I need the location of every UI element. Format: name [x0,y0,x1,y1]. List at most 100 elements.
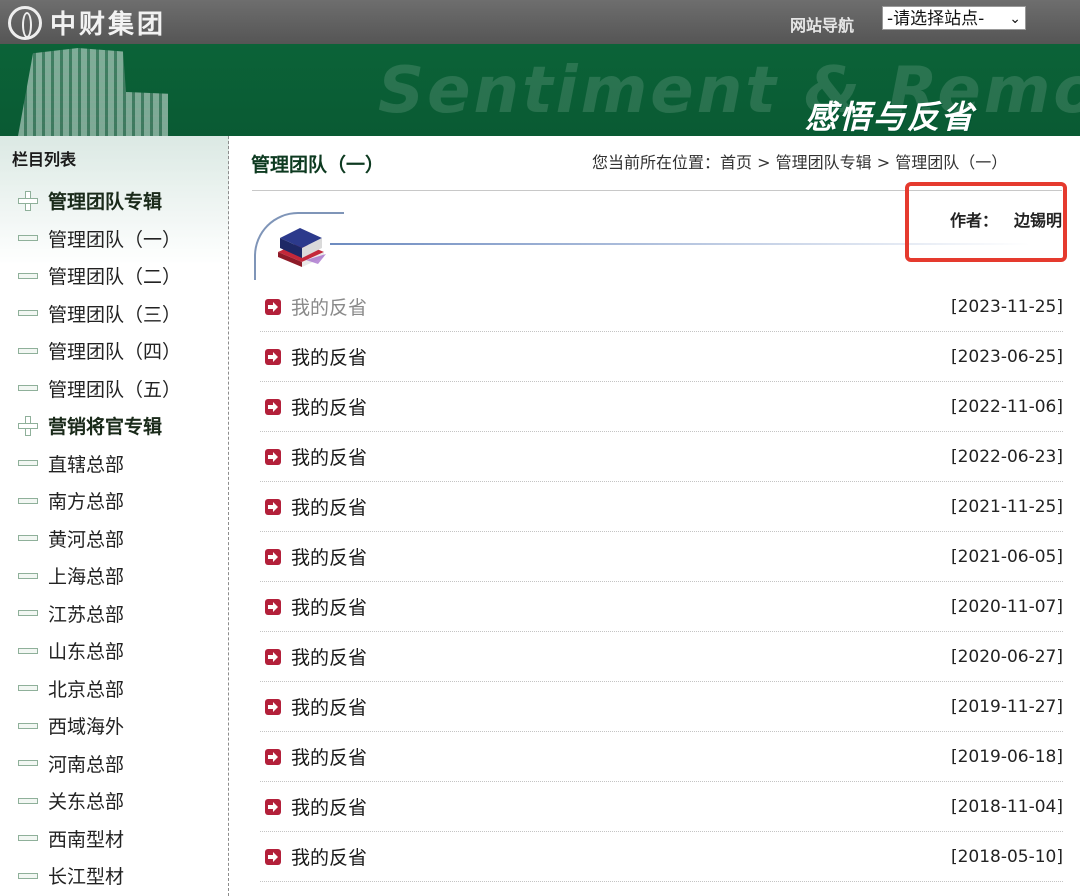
article-title-link[interactable]: 我的反省 [291,743,367,770]
article-title-link[interactable]: 我的反省 [291,793,367,820]
dash-icon [18,572,38,579]
sidebar-item-henan-hq[interactable]: 河南总部 [18,745,181,783]
sidebar-item-label: 管理团队（二） [48,266,182,289]
list-item[interactable]: 我的反省 [2021-06-05] [260,532,1063,582]
article-title-link[interactable]: 我的反省 [291,843,367,870]
article-date: [2020-06-27] [950,646,1063,667]
arrow-right-icon [265,848,281,865]
sidebar-item-yangtze-profile[interactable]: 长江型材 [18,857,181,895]
arrow-right-icon [265,598,281,615]
plus-icon [18,415,38,436]
arrow-right-icon [265,298,281,315]
sidebar-item-yellow-river-hq[interactable]: 黄河总部 [18,520,181,558]
dash-icon [18,272,38,279]
sidebar-item-management-3[interactable]: 管理团队（三） [18,295,181,333]
sidebar-item-guandong-hq[interactable]: 关东总部 [18,782,181,820]
dash-icon [18,497,38,504]
list-item[interactable]: 我的反省 [2023-06-25] [260,332,1063,382]
article-date: [2018-11-04] [950,796,1063,817]
list-item[interactable]: 我的反省 [2022-11-06] [260,382,1063,432]
arrow-right-icon [265,648,281,665]
list-item[interactable]: 我的反省 [2021-11-25] [260,482,1063,532]
article-title-link[interactable]: 我的反省 [291,493,367,520]
sidebar-item-jiangsu-hq[interactable]: 江苏总部 [18,595,181,633]
breadcrumb-separator: > [752,153,776,172]
list-item[interactable]: 我的反省 [2023-11-25] [260,282,1063,332]
sidebar-item-management-5[interactable]: 管理团队（五） [18,370,181,408]
sidebar-group-marketing[interactable]: 营销将官专辑 [18,407,181,445]
dash-icon [18,460,38,467]
article-title-link[interactable]: 我的反省 [291,343,367,370]
list-item[interactable]: 我的反省 [2020-11-07] [260,582,1063,632]
sidebar-item-label: 管理团队专辑 [48,191,163,214]
sidebar-item-southwest-profile[interactable]: 西南型材 [18,820,181,858]
article-date: [2023-11-25] [950,296,1063,317]
list-item[interactable]: 我的反省 [2018-05-10] [260,832,1063,882]
breadcrumb-level1-link[interactable]: 管理团队专辑 [776,153,872,172]
sidebar-item-label: 长江型材 [48,866,125,889]
arrow-right-icon [265,398,281,415]
page-banner: Sentiment & Remorse 感悟与反省 [0,44,1080,136]
sidebar-item-label: 管理团队（四） [48,341,182,364]
page-title: 管理团队（一） [251,154,385,176]
banner-chinese-title: 感悟与反省 [805,98,976,136]
article-title-link[interactable]: 我的反省 [291,643,367,670]
sidebar-item-management-1[interactable]: 管理团队（一） [18,220,181,258]
sidebar-item-label: 河南总部 [48,753,125,776]
list-item[interactable]: 我的反省 [2020-06-27] [260,632,1063,682]
chevron-down-icon: ⌄ [1009,11,1021,27]
sidebar-item-management-4[interactable]: 管理团队（四） [18,332,181,370]
sidebar-item-shandong-hq[interactable]: 山东总部 [18,632,181,670]
arrow-right-icon [265,348,281,365]
article-date: [2022-06-23] [950,446,1063,467]
article-title-link[interactable]: 我的反省 [291,593,367,620]
sidebar-item-beijing-hq[interactable]: 北京总部 [18,670,181,708]
article-date: [2020-11-07] [950,596,1063,617]
dash-icon [18,385,38,392]
sidebar-item-label: 西南型材 [48,828,125,851]
article-title-link[interactable]: 我的反省 [291,543,367,570]
sidebar-group-management[interactable]: 管理团队专辑 [18,182,181,220]
arrow-right-icon [265,798,281,815]
sidebar-item-management-2[interactable]: 管理团队（二） [18,257,181,295]
breadcrumb-prefix: 您当前所在位置： [592,153,721,172]
site-select[interactable]: -请选择站点- ⌄ [882,6,1026,30]
sidebar-item-shanghai-hq[interactable]: 上海总部 [18,557,181,595]
article-date: [2021-11-25] [950,496,1063,517]
dash-icon [18,872,38,879]
dash-icon [18,685,38,692]
author-highlight-box [905,182,1067,262]
sidebar-item-label: 营销将官专辑 [48,416,163,439]
company-logo[interactable]: 中财集团 [8,4,166,41]
sidebar-item-direct-hq[interactable]: 直辖总部 [18,445,181,483]
sidebar: 栏目列表 管理团队专辑 管理团队（一） 管理团队（二） 管理团队（三） 管理团队… [0,136,229,896]
sidebar-item-label: 西域海外 [48,716,125,739]
list-item[interactable]: 我的反省 [2022-06-23] [260,432,1063,482]
dash-icon [18,347,38,354]
sidebar-item-label: 管理团队（五） [48,378,182,401]
plus-icon [18,190,38,211]
dash-icon [18,535,38,542]
article-title-link[interactable]: 我的反省 [291,393,367,420]
article-date: [2019-11-27] [950,696,1063,717]
sidebar-item-south-hq[interactable]: 南方总部 [18,482,181,520]
list-item[interactable]: 我的反省 [2019-06-18] [260,732,1063,782]
arrow-right-icon [265,448,281,465]
logo-mark-icon [8,5,42,40]
article-list: 我的反省 [2023-11-25] 我的反省 [2023-06-25] 我的反省 [2… [260,282,1063,882]
sidebar-item-western-overseas[interactable]: 西域海外 [18,707,181,745]
article-title-link[interactable]: 我的反省 [291,443,367,470]
sidebar-item-label: 管理团队（三） [48,303,182,326]
sidebar-item-label: 黄河总部 [48,528,125,551]
arrow-right-icon [265,698,281,715]
article-title-link[interactable]: 我的反省 [291,693,367,720]
article-title-link[interactable]: 我的反省 [291,293,367,320]
breadcrumb-home-link[interactable]: 首页 [720,153,752,172]
site-select-value: -请选择站点- [887,9,985,29]
site-nav-label: 网站导航 [790,16,855,35]
list-item[interactable]: 我的反省 [2018-11-04] [260,782,1063,832]
article-date: [2023-06-25] [950,346,1063,367]
list-item[interactable]: 我的反省 [2019-11-27] [260,682,1063,732]
sidebar-item-label: 江苏总部 [48,603,125,626]
top-bar: 中财集团 网站导航 -请选择站点- ⌄ [0,0,1080,44]
